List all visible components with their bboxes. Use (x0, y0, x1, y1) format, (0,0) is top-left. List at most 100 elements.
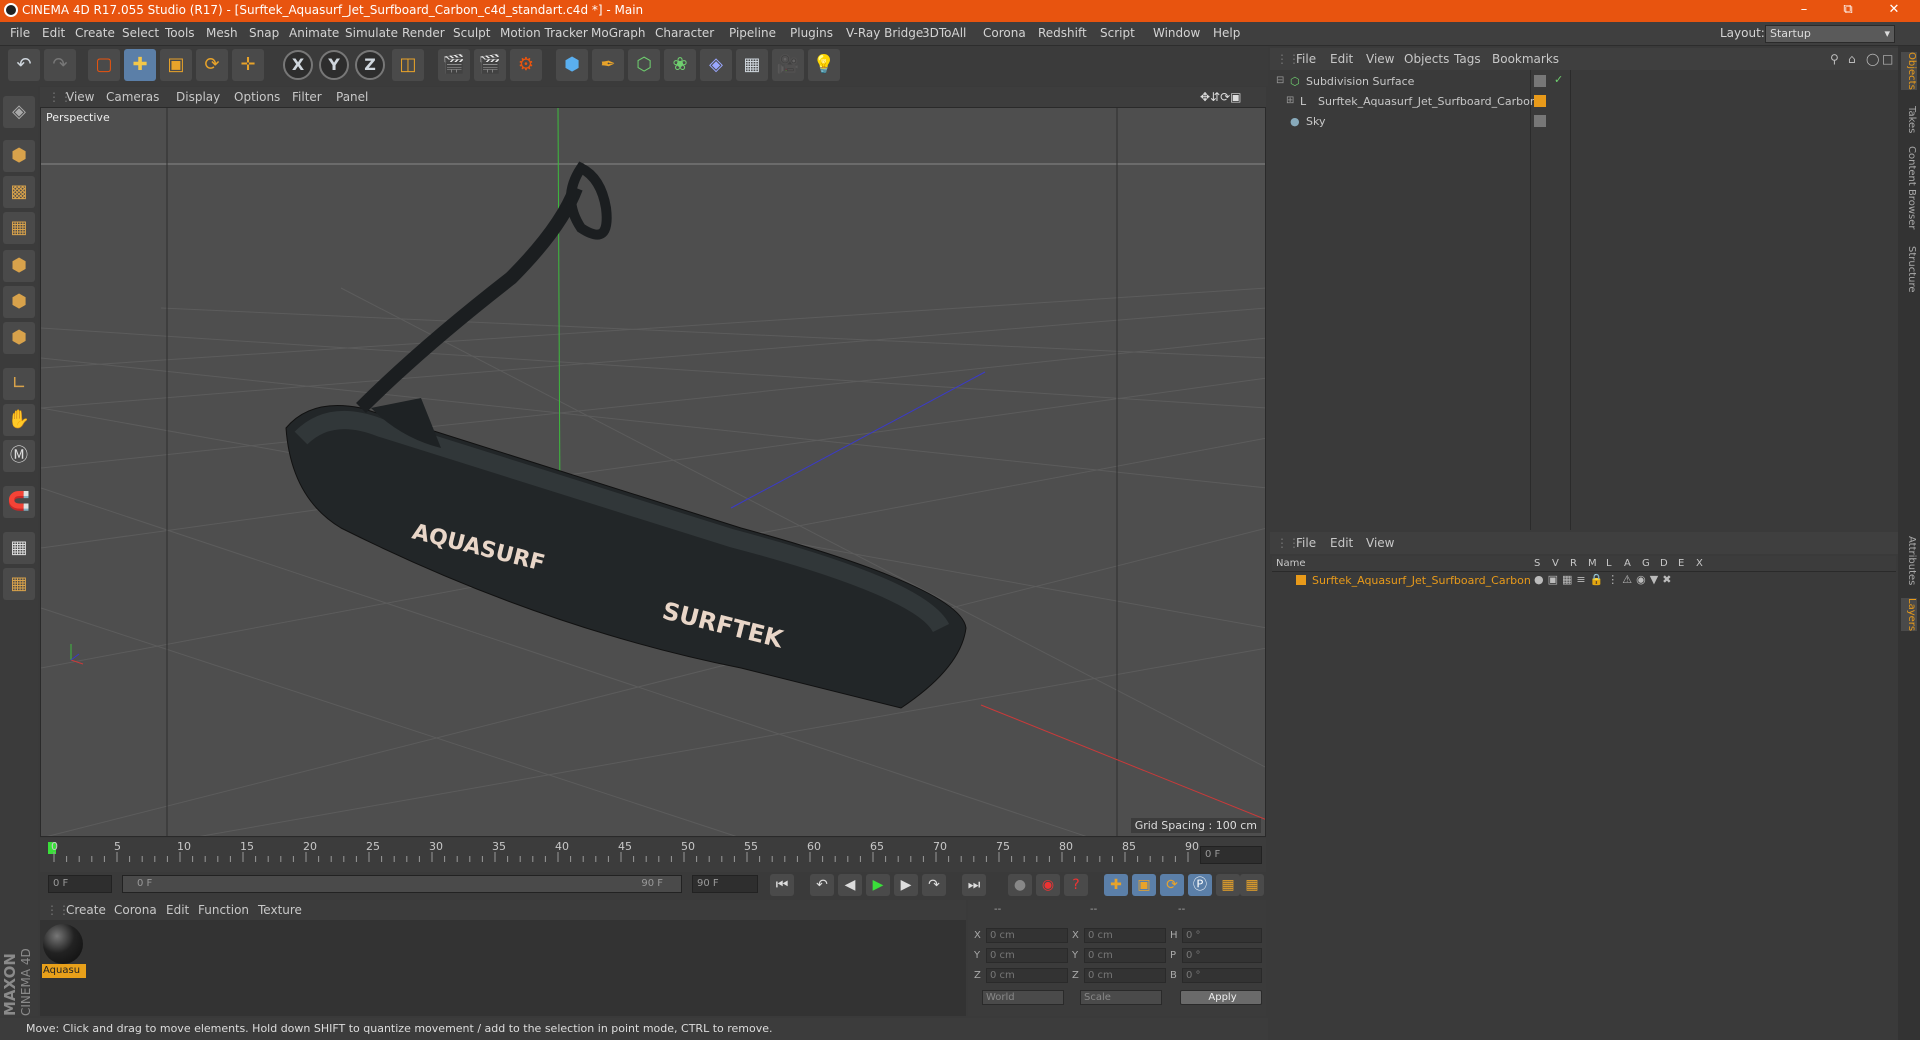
next-frame-icon[interactable]: ▶ (894, 874, 918, 896)
size-x-field[interactable]: 0 cm (1084, 928, 1166, 943)
current-frame-field[interactable]: 0 F (1200, 846, 1262, 864)
menu-3dtoall[interactable]: 3DToAll (922, 26, 966, 40)
viewport-nav-icons[interactable]: ✥⇵⟳▣ (1200, 90, 1242, 104)
move-icon[interactable]: ✚ (124, 49, 156, 81)
previous-frame-icon[interactable]: ◀ (838, 874, 862, 896)
menu-vray-bridge[interactable]: V-Ray Bridge (846, 26, 923, 40)
keyframe-selection-icon[interactable]: ? (1064, 874, 1088, 896)
obj-menu-tags[interactable]: Tags (1454, 52, 1481, 66)
layer-menu-view[interactable]: View (1366, 536, 1394, 550)
pen-spline-icon[interactable]: ✒ (592, 49, 624, 81)
texture-mode-icon[interactable]: ▩ (3, 176, 35, 208)
rotate-icon[interactable]: ⟳ (196, 49, 228, 81)
key-pla-icon[interactable]: ▦ (1216, 874, 1240, 896)
planar-workplane-icon[interactable]: ▦ (3, 568, 35, 600)
coordinate-system-icon[interactable]: ◫ (392, 49, 424, 81)
menu-snap[interactable]: Snap (249, 26, 279, 40)
object-row[interactable]: ● Sky (1270, 112, 1898, 132)
enabled-check-icon[interactable]: ✓ (1554, 73, 1563, 86)
position-x-field[interactable]: 0 cm (986, 928, 1068, 943)
solo-mode-icon[interactable]: Ⓜ (3, 440, 35, 472)
menu-mograph[interactable]: MoGraph (591, 26, 646, 40)
snapping-icon[interactable]: 🧲 (3, 486, 35, 518)
vp-menu-filter[interactable]: Filter (292, 90, 322, 104)
start-frame-field[interactable]: 0 F (48, 875, 112, 893)
layer-color-tag[interactable] (1534, 95, 1546, 107)
tab-objects[interactable]: Objects (1901, 52, 1917, 90)
workplane-icon[interactable]: ▦ (3, 212, 35, 244)
layer-menu-edit[interactable]: Edit (1330, 536, 1353, 550)
x-axis-lock[interactable]: X (283, 50, 313, 80)
vp-menu-options[interactable]: Options (234, 90, 280, 104)
mat-menu-function[interactable]: Function (198, 903, 249, 917)
obj-menu-view[interactable]: View (1366, 52, 1394, 66)
key-parameter-icon[interactable]: Ⓟ (1188, 874, 1212, 896)
previous-key-icon[interactable]: ↶ (810, 874, 834, 896)
menu-character[interactable]: Character (655, 26, 714, 40)
restore-button[interactable]: ⧉ (1828, 2, 1868, 20)
visibility-toggle[interactable] (1534, 75, 1546, 87)
timeline-window-icon[interactable]: ▦ (1240, 874, 1264, 896)
layer-menu-file[interactable]: File (1296, 536, 1316, 550)
position-y-field[interactable]: 0 cm (986, 948, 1068, 963)
redo-icon[interactable]: ↷ (44, 49, 76, 81)
obj-menu-file[interactable]: File (1296, 52, 1316, 66)
tab-attributes[interactable]: Attributes (1901, 536, 1917, 585)
apply-button[interactable]: Apply (1180, 990, 1262, 1005)
vp-menu-cameras[interactable]: Cameras (106, 90, 159, 104)
rotation-h-field[interactable]: 0 ° (1182, 928, 1262, 943)
model-mode-icon[interactable]: ⬢ (3, 140, 35, 172)
vp-menu-panel[interactable]: Panel (336, 90, 368, 104)
tab-structure[interactable]: Structure (1901, 246, 1917, 293)
edges-mode-icon[interactable]: ⬢ (3, 286, 35, 318)
next-key-icon[interactable]: ↷ (922, 874, 946, 896)
menu-plugins[interactable]: Plugins (790, 26, 833, 40)
obj-menu-edit[interactable]: Edit (1330, 52, 1353, 66)
polygons-mode-icon[interactable]: ⬢ (3, 322, 35, 354)
obj-home-icon[interactable]: ⌂ (1848, 52, 1856, 66)
scale-icon[interactable]: ▣ (160, 49, 192, 81)
object-row[interactable]: ⊟ ⬡ Subdivision Surface ✓ (1270, 72, 1898, 92)
rotation-p-field[interactable]: 0 ° (1182, 948, 1262, 963)
z-axis-lock[interactable]: Z (355, 50, 385, 80)
menu-help[interactable]: Help (1213, 26, 1240, 40)
end-frame-field[interactable]: 90 F (692, 875, 758, 893)
workplane-lock-icon[interactable]: ▦ (3, 532, 35, 564)
axis-mode-icon[interactable]: ∟ (3, 368, 35, 400)
visibility-toggle[interactable] (1534, 115, 1546, 127)
size-z-field[interactable]: 0 cm (1084, 968, 1166, 983)
menu-render[interactable]: Render (402, 26, 445, 40)
obj-expand-icon[interactable]: □ (1882, 52, 1893, 66)
mat-menu-texture[interactable]: Texture (258, 903, 302, 917)
vp-menu-display[interactable]: Display (176, 90, 220, 104)
cube-icon[interactable]: ⬢ (556, 49, 588, 81)
key-scale-icon[interactable]: ▣ (1132, 874, 1156, 896)
menu-edit[interactable]: Edit (42, 26, 65, 40)
render-picture-viewer-icon[interactable]: 🎬 (474, 49, 506, 81)
points-mode-icon[interactable]: ⬢ (3, 250, 35, 282)
key-rotation-icon[interactable]: ⟳ (1160, 874, 1184, 896)
collapse-icon[interactable]: ⊟ (1276, 75, 1284, 86)
render-view-icon[interactable]: 🎬 (438, 49, 470, 81)
menu-mesh[interactable]: Mesh (206, 26, 238, 40)
menu-create[interactable]: Create (75, 26, 115, 40)
tab-layers[interactable]: Layers (1901, 598, 1917, 632)
undo-icon[interactable]: ↶ (8, 49, 40, 81)
menu-pipeline[interactable]: Pipeline (729, 26, 776, 40)
material-swatch[interactable]: Aquasu (42, 924, 86, 984)
layer-color-swatch[interactable] (1296, 575, 1306, 585)
scale-dropdown[interactable]: Scale (1080, 990, 1162, 1005)
tab-content-browser[interactable]: Content Browser (1901, 146, 1917, 229)
menu-file[interactable]: File (10, 26, 30, 40)
cloner-icon[interactable]: ❀ (664, 49, 696, 81)
menu-motion-tracker[interactable]: Motion Tracker (500, 26, 588, 40)
render-settings-icon[interactable]: ⚙ (510, 49, 542, 81)
menu-window[interactable]: Window (1153, 26, 1200, 40)
go-to-start-icon[interactable]: ⏮ (770, 874, 794, 896)
menu-select[interactable]: Select (122, 26, 159, 40)
world-dropdown[interactable]: World (982, 990, 1064, 1005)
expand-icon[interactable]: ⊞ (1286, 95, 1294, 106)
close-button[interactable]: ✕ (1874, 2, 1914, 20)
perspective-viewport[interactable]: AQUASURF SURFTEK Perspective Grid Spacin… (40, 107, 1266, 837)
menu-sculpt[interactable]: Sculpt (453, 26, 490, 40)
